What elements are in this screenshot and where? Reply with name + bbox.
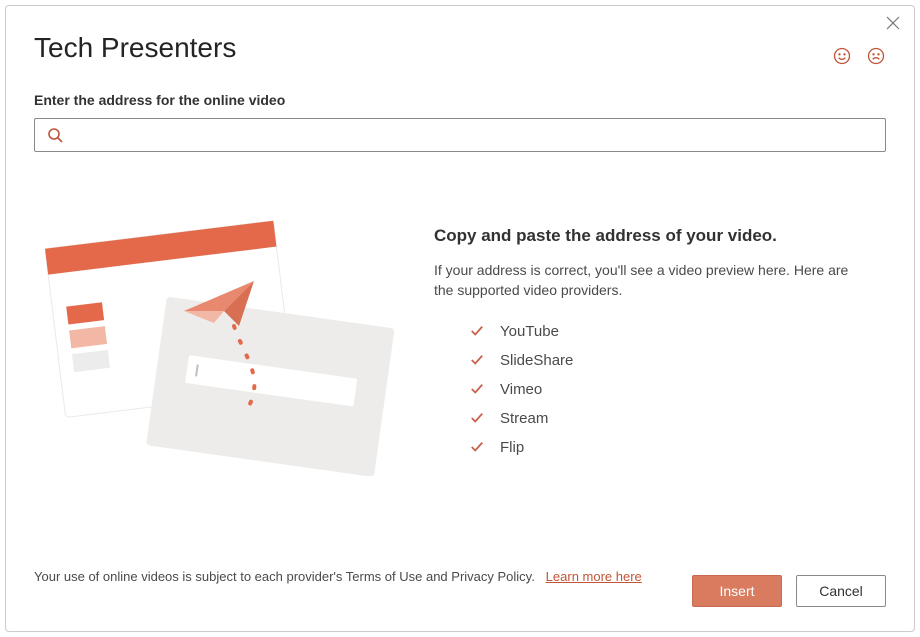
learn-more-link[interactable]: Learn more here [546, 569, 642, 584]
terms-static: Your use of online videos is subject to … [34, 569, 535, 584]
dialog-buttons: Insert Cancel [692, 575, 886, 607]
smile-icon[interactable] [832, 46, 852, 66]
info-column: Copy and paste the address of your video… [434, 196, 886, 521]
provider-item: Vimeo [470, 381, 886, 398]
check-icon [470, 353, 484, 367]
provider-label: Flip [500, 439, 524, 456]
dialog-title: Tech Presenters [34, 32, 886, 64]
provider-item: Stream [470, 410, 886, 427]
insert-button[interactable]: Insert [692, 575, 782, 607]
dialog-header: Tech Presenters [34, 32, 886, 64]
frown-icon[interactable] [866, 46, 886, 66]
search-icon [47, 127, 63, 143]
check-icon [470, 324, 484, 338]
feedback-icons [832, 46, 886, 66]
provider-label: Vimeo [500, 381, 542, 398]
info-heading: Copy and paste the address of your video… [434, 226, 886, 246]
provider-list: YouTube SlideShare Vimeo Stream Flip [470, 323, 886, 456]
check-icon [470, 440, 484, 454]
dialog-footer: Your use of online videos is subject to … [34, 567, 886, 607]
address-prompt-label: Enter the address for the online video [34, 92, 285, 108]
insert-online-video-dialog: Tech Presenters Enter the address for th… [5, 5, 915, 632]
address-input-container[interactable] [34, 118, 886, 152]
close-icon[interactable] [884, 14, 902, 32]
illustration [34, 196, 404, 521]
provider-label: SlideShare [500, 352, 573, 369]
address-input[interactable] [71, 126, 873, 144]
check-icon [470, 411, 484, 425]
provider-label: Stream [500, 410, 548, 427]
info-subtext: If your address is correct, you'll see a… [434, 260, 864, 301]
provider-label: YouTube [500, 323, 559, 340]
provider-item: SlideShare [470, 352, 886, 369]
check-icon [470, 382, 484, 396]
cancel-button[interactable]: Cancel [796, 575, 886, 607]
terms-text: Your use of online videos is subject to … [34, 567, 642, 587]
provider-item: YouTube [470, 323, 886, 340]
provider-item: Flip [470, 439, 886, 456]
content-row: Copy and paste the address of your video… [34, 196, 886, 521]
